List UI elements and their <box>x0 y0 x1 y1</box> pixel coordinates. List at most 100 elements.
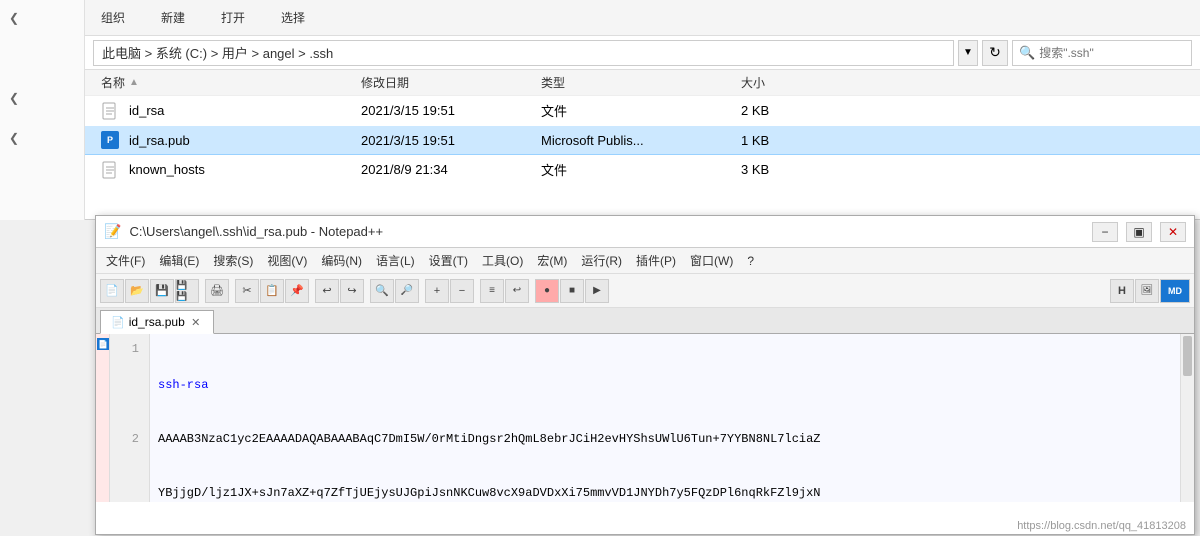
menu-search[interactable]: 搜索(S) <box>207 250 259 271</box>
menu-run[interactable]: 运行(R) <box>575 250 628 271</box>
tb-find[interactable]: 🔍 <box>370 279 394 303</box>
tb-saveall[interactable]: 💾💾 <box>175 279 199 303</box>
editor-line-1: ssh-rsa <box>158 376 1172 394</box>
tb-paste[interactable]: 📌 <box>285 279 309 303</box>
breadcrumb[interactable]: 此电脑 > 系统 (C:) > 用户 > angel > .ssh <box>93 40 954 66</box>
tab-file-icon: 📄 <box>111 316 125 329</box>
tb-open[interactable]: 📂 <box>125 279 149 303</box>
address-dropdown[interactable]: ▼ <box>958 40 978 66</box>
editor-left-margin: 📄 <box>96 334 110 502</box>
editor-content[interactable]: ssh-rsa AAAAB3NzaC1yc2EAAAADAQABAAABAqC7… <box>150 334 1180 502</box>
menu-macro[interactable]: 宏(M) <box>531 250 573 271</box>
minimize-button[interactable]: − <box>1092 222 1118 242</box>
status-bar: https://blog.csdn.net/qq_41813208 <box>1009 518 1194 534</box>
file-icon-txt <box>101 102 119 120</box>
menu-edit[interactable]: 编辑(E) <box>153 250 205 271</box>
explorer-toolbar: 组织 新建 打开 选择 <box>85 0 1200 36</box>
tb-macro-stop[interactable]: ■ <box>560 279 584 303</box>
file-name-cell: id_rsa <box>101 102 361 120</box>
close-button[interactable]: ✕ <box>1160 222 1186 242</box>
file-date-cell: 2021/8/9 21:34 <box>361 162 541 177</box>
file-type-cell: 文件 <box>541 160 741 179</box>
notepad-app-icon: 📝 <box>104 223 121 240</box>
refresh-button[interactable]: ↻ <box>982 40 1008 66</box>
maximize-button[interactable]: ▣ <box>1126 222 1152 242</box>
file-date-cell: 2021/3/15 19:51 <box>361 133 541 148</box>
toolbar-organize[interactable]: 组织 <box>93 7 133 28</box>
tb-bold[interactable]: H <box>1110 279 1134 303</box>
sidebar-collapse-arrow2[interactable]: ❮ <box>4 88 24 108</box>
tb-redo[interactable]: ↪ <box>340 279 364 303</box>
col-header-date[interactable]: 修改日期 <box>361 74 541 91</box>
col-header-type[interactable]: 类型 <box>541 74 741 91</box>
toolbar-new[interactable]: 新建 <box>153 7 193 28</box>
menu-help[interactable]: ? <box>741 252 760 270</box>
file-size-cell: 1 KB <box>741 133 841 148</box>
search-input[interactable] <box>1039 46 1179 60</box>
tb-cut[interactable]: ✂ <box>235 279 259 303</box>
table-row[interactable]: id_rsa 2021/3/15 19:51 文件 2 KB <box>85 96 1200 126</box>
menu-window[interactable]: 窗口(W) <box>684 250 739 271</box>
tb-macro-rec[interactable]: ● <box>535 279 559 303</box>
file-type-cell: 文件 <box>541 101 741 120</box>
line-numbers: 1 2 <box>110 334 150 502</box>
editor-line-3: YBjjgD/ljz1JX+sJn7aXZ+q7ZfTjUEjysUJGpiJs… <box>158 484 1172 502</box>
line-num-1: 1 <box>114 340 145 358</box>
file-list: id_rsa 2021/3/15 19:51 文件 2 KB P id_rsa.… <box>85 96 1200 185</box>
menu-view[interactable]: 视图(V) <box>261 250 313 271</box>
status-url: https://blog.csdn.net/qq_41813208 <box>1017 520 1186 532</box>
line-num-2: 2 <box>114 430 145 448</box>
sidebar-collapse-arrow[interactable]: ❮ <box>4 8 24 28</box>
file-size-cell: 3 KB <box>741 162 841 177</box>
tb-copy[interactable]: 📋 <box>260 279 284 303</box>
file-icon-txt2 <box>101 161 119 179</box>
table-row[interactable]: known_hosts 2021/8/9 21:34 文件 3 KB <box>85 155 1200 185</box>
menu-tools[interactable]: 工具(O) <box>476 250 529 271</box>
editor-line-2: AAAAB3NzaC1yc2EAAAADAQABAAABAqC7DmI5W/0r… <box>158 430 1172 448</box>
search-box: 🔍 <box>1012 40 1192 66</box>
tb-macro-play[interactable]: ▶ <box>585 279 609 303</box>
file-icon-pub: P <box>101 131 119 149</box>
tb-save[interactable]: 💾 <box>150 279 174 303</box>
file-list-header: 名称 ▲ 修改日期 类型 大小 <box>85 70 1200 96</box>
file-type-cell: Microsoft Publis... <box>541 133 741 148</box>
sidebar-collapse-arrow3[interactable]: ❮ <box>4 128 24 148</box>
search-icon: 🔍 <box>1019 45 1035 61</box>
col-header-name[interactable]: 名称 ▲ <box>101 74 361 91</box>
toolbar-select[interactable]: 选择 <box>273 7 313 28</box>
tb-zoom-in[interactable]: + <box>425 279 449 303</box>
menu-settings[interactable]: 设置(T) <box>423 250 474 271</box>
tb-monitor[interactable]: 🖼 <box>1135 279 1159 303</box>
tb-undo[interactable]: ↩ <box>315 279 339 303</box>
tb-indent[interactable]: ≡ <box>480 279 504 303</box>
tb-wrap[interactable]: ↩ <box>505 279 529 303</box>
file-name-cell: known_hosts <box>101 161 361 179</box>
address-bar: 此电脑 > 系统 (C:) > 用户 > angel > .ssh ▼ ↻ 🔍 <box>85 36 1200 70</box>
file-date-cell: 2021/3/15 19:51 <box>361 103 541 118</box>
menu-file[interactable]: 文件(F) <box>100 250 151 271</box>
tb-new[interactable]: 📄 <box>100 279 124 303</box>
tb-replace[interactable]: 🔎 <box>395 279 419 303</box>
tb-zoom-out[interactable]: − <box>450 279 474 303</box>
notepad-window: 📝 C:\Users\angel\.ssh\id_rsa.pub - Notep… <box>95 215 1195 535</box>
file-name-cell: P id_rsa.pub <box>101 131 361 149</box>
toolbar-open[interactable]: 打开 <box>213 7 253 28</box>
tab-id-rsa-pub[interactable]: 📄 id_rsa.pub ✕ <box>100 310 214 334</box>
notepad-toolbar: 📄 📂 💾 💾💾 🖨 ✂ 📋 📌 ↩ ↪ 🔍 🔎 + − ≡ ↩ ● ■ ▶ H… <box>96 274 1194 308</box>
table-row[interactable]: P id_rsa.pub 2021/3/15 19:51 Microsoft P… <box>85 126 1200 155</box>
col-header-size[interactable]: 大小 <box>741 74 841 91</box>
tb-print[interactable]: 🖨 <box>205 279 229 303</box>
tab-label: id_rsa.pub <box>129 315 185 329</box>
notepad-title: C:\Users\angel\.ssh\id_rsa.pub - Notepad… <box>129 224 1084 239</box>
tab-close-button[interactable]: ✕ <box>189 315 203 329</box>
notepad-titlebar: 📝 C:\Users\angel\.ssh\id_rsa.pub - Notep… <box>96 216 1194 248</box>
editor-scrollbar[interactable] <box>1180 334 1194 502</box>
tb-markdown[interactable]: MD <box>1160 279 1190 303</box>
menu-plugins[interactable]: 插件(P) <box>630 250 682 271</box>
notepad-tabs: 📄 id_rsa.pub ✕ <box>96 308 1194 334</box>
menu-language[interactable]: 语言(L) <box>370 250 421 271</box>
margin-marker: 📄 <box>97 338 109 350</box>
file-explorer: ❮ ❮ ❮ 组织 新建 打开 选择 此电脑 > 系统 (C:) > 用户 > a… <box>0 0 1200 220</box>
scrollbar-thumb[interactable] <box>1183 336 1192 376</box>
menu-encode[interactable]: 编码(N) <box>315 250 368 271</box>
